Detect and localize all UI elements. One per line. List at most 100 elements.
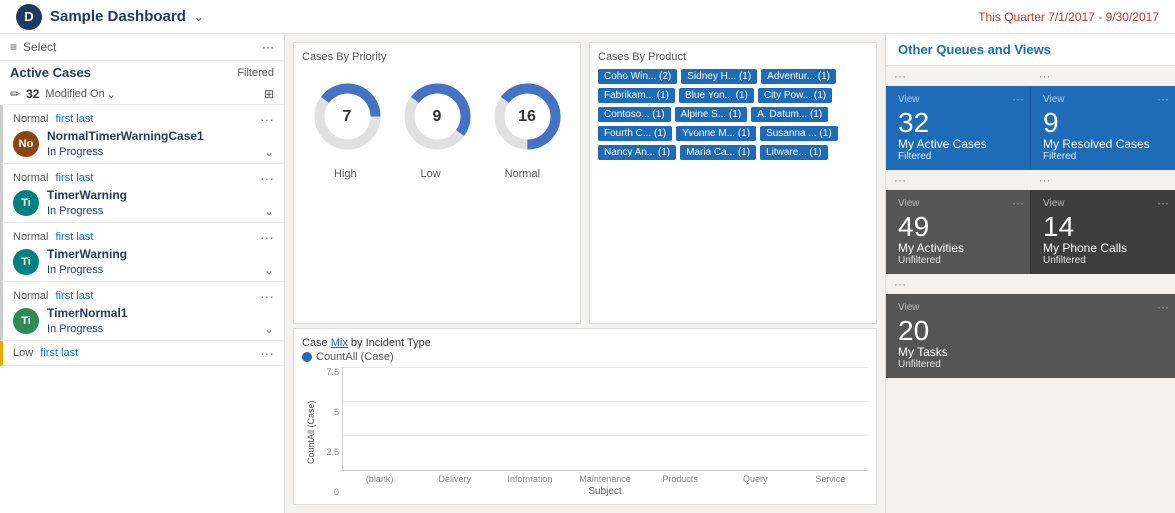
product-tag[interactable]: Alpine S... (1)	[675, 107, 748, 122]
donut-high-value: 7	[343, 108, 352, 126]
legend-row: CountAll (Case)	[302, 351, 868, 363]
case-expand-icon[interactable]: ⌄	[264, 145, 274, 159]
product-tag[interactable]: Blue Yon... (1)	[679, 88, 754, 103]
queues-title-link[interactable]: Views	[1014, 42, 1051, 57]
case-links[interactable]: first last	[56, 113, 94, 125]
y-axis-area: CountAll (Case) 7.5 5 2.5 0	[302, 367, 342, 497]
bar-chart-link[interactable]: Mix	[331, 337, 348, 349]
select-label[interactable]: Select	[23, 40, 56, 54]
date-range: This Quarter 7/1/2017 - 9/30/2017	[978, 10, 1159, 24]
avatar: No	[13, 131, 39, 157]
case-links[interactable]: first last	[56, 172, 94, 184]
product-tag[interactable]: Adventur... (1)	[761, 69, 836, 84]
toolbar-ellipsis[interactable]: ···	[262, 40, 274, 54]
queue-view-label[interactable]: View	[1043, 94, 1163, 105]
product-tag[interactable]: Sidney H... (1)	[681, 69, 757, 84]
queue-ellipsis-right[interactable]: ···	[1031, 66, 1175, 86]
x-label: (blank)	[342, 474, 417, 484]
product-tag[interactable]: Susanna ... (1)	[760, 126, 838, 141]
case-expand-icon[interactable]: ⌄	[264, 322, 274, 336]
case-links[interactable]: first last	[56, 231, 94, 243]
y-axis-title: CountAll (Case)	[302, 367, 320, 497]
bar-chart-title: Case Mix by Incident Type	[302, 337, 868, 349]
queue-view-label[interactable]: View	[1043, 198, 1163, 209]
product-tag[interactable]: Coho Win... (2)	[598, 69, 677, 84]
product-tag[interactable]: City Pow... (1)	[758, 88, 832, 103]
case-main: Ti TimerWarning In Progress ⌄	[13, 188, 274, 218]
queue-number-activities: 49	[898, 213, 1018, 241]
filtered-badge: Filtered	[237, 67, 274, 79]
case-ellipsis[interactable]: ···	[260, 170, 274, 186]
product-tag[interactable]: A. Datum... (1)	[751, 107, 828, 122]
product-tag[interactable]: Fourth C... (1)	[598, 126, 672, 141]
donut-label-low: Low	[420, 168, 440, 180]
case-info: TimerWarning In Progress ⌄	[47, 247, 274, 277]
queue-view-label[interactable]: View	[898, 198, 1018, 209]
bottom-chart-row: Case Mix by Incident Type CountAll (Case…	[285, 328, 885, 513]
case-ellipsis[interactable]: ···	[260, 111, 274, 127]
grid-lines-icon: ≡	[10, 40, 17, 54]
case-links[interactable]: first last	[56, 290, 94, 302]
queue-card-phone-calls: View 14 My Phone Calls Unfiltered ···	[1030, 190, 1175, 274]
case-status-row: In Progress ⌄	[47, 204, 274, 218]
queue-ellipsis-left[interactable]: ···	[886, 274, 1175, 294]
header-left: D Sample Dashboard ⌄	[16, 4, 204, 30]
y-label: 7.5	[326, 367, 339, 377]
product-tag[interactable]: Maria Ca... (1)	[680, 145, 756, 160]
donut-label-normal: Normal	[505, 168, 540, 180]
queue-row-2: View 49 My Activities Unfiltered ··· Vie…	[886, 190, 1175, 274]
product-tag[interactable]: Nancy An... (1)	[598, 145, 676, 160]
product-tag[interactable]: Yvonne M... (1)	[676, 126, 756, 141]
case-main: Ti TimerNormal1 In Progress ⌄	[13, 306, 274, 336]
bars-area: (blank) Delivery Information Maintenance…	[342, 367, 868, 497]
product-tag[interactable]: Litware... (1)	[760, 145, 828, 160]
product-chart: Cases By Product Coho Win... (2)Sidney H…	[589, 42, 877, 324]
queue-view-label[interactable]: View	[898, 94, 1018, 105]
case-priority-normal: Normal first last	[13, 113, 97, 125]
view-toggle-icon[interactable]: ⊞	[264, 87, 274, 101]
x-label: Information	[492, 474, 567, 484]
legend-text: CountAll (Case)	[316, 351, 394, 363]
case-ellipsis[interactable]: ···	[260, 288, 274, 304]
case-links-low[interactable]: first last	[40, 347, 78, 359]
queue-more-icon[interactable]: ···	[1012, 92, 1024, 106]
case-main: No NormalTimerWarningCase1 In Progress ⌄	[13, 129, 274, 159]
case-status: In Progress	[47, 323, 103, 335]
y-label: 0	[334, 487, 339, 497]
queue-more-icon[interactable]: ···	[1012, 196, 1024, 210]
case-ellipsis[interactable]: ···	[260, 345, 274, 361]
queue-ellipsis-left[interactable]: ···	[886, 66, 1031, 86]
case-status-row: In Progress ⌄	[47, 263, 274, 277]
queue-more-icon[interactable]: ···	[1157, 300, 1169, 314]
queue-name-active: My Active Cases	[898, 137, 1018, 151]
case-item-low: Low first last ···	[0, 341, 284, 366]
sort-icon[interactable]: ⌄	[107, 88, 116, 101]
chevron-down-icon[interactable]: ⌄	[194, 10, 204, 24]
case-expand-icon[interactable]: ⌄	[264, 204, 274, 218]
case-name[interactable]: TimerWarning	[47, 247, 274, 261]
queue-ellipsis-right[interactable]: ···	[1031, 170, 1175, 190]
y-label: 2.5	[326, 447, 339, 457]
x-label: Service	[793, 474, 868, 484]
case-status-row: In Progress ⌄	[47, 322, 274, 336]
queue-more-icon[interactable]: ···	[1157, 196, 1169, 210]
case-expand-icon[interactable]: ⌄	[264, 263, 274, 277]
case-name[interactable]: NormalTimerWarningCase1	[47, 129, 274, 143]
queue-filter-resolved: Filtered	[1043, 151, 1163, 162]
right-panel: Other Queues and Views ··· ··· View 32 M…	[885, 34, 1175, 513]
queue-number-tasks: 20	[898, 317, 1163, 345]
modified-on-label: Modified On ⌄	[45, 88, 116, 101]
product-tag[interactable]: Contoso... (1)	[598, 107, 671, 122]
queue-ellipsis-left[interactable]: ···	[886, 170, 1031, 190]
queue-row-3: View 20 My Tasks Unfiltered ···	[886, 294, 1175, 378]
queue-view-label[interactable]: View	[898, 302, 1163, 313]
case-info: TimerWarning In Progress ⌄	[47, 188, 274, 218]
case-name[interactable]: TimerNormal1	[47, 306, 274, 320]
case-ellipsis[interactable]: ···	[260, 229, 274, 245]
donut-labels: High Low Normal	[302, 168, 572, 180]
product-tag[interactable]: Fabrikam... (1)	[598, 88, 675, 103]
case-name[interactable]: TimerWarning	[47, 188, 274, 202]
bar-chart-area: CountAll (Case) 7.5 5 2.5 0	[302, 367, 868, 497]
queue-more-icon[interactable]: ···	[1157, 92, 1169, 106]
queue-ellipsis-row-1: ··· ···	[886, 66, 1175, 86]
